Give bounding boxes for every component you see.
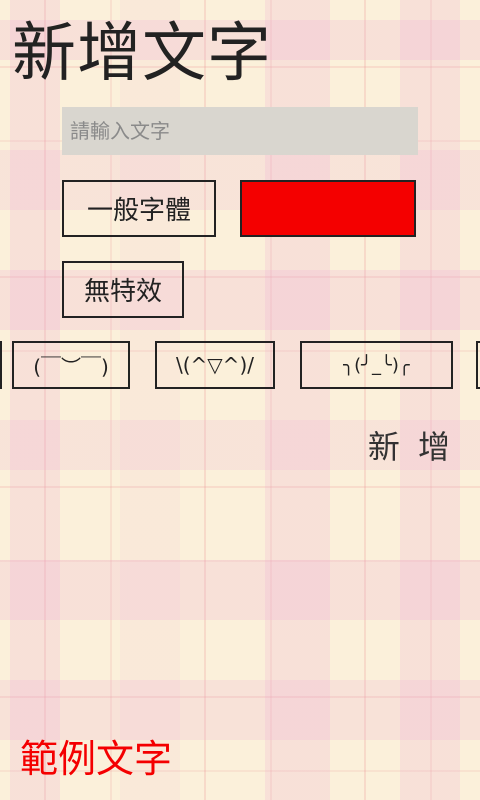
font-select-button[interactable]: 一般字體 bbox=[62, 180, 216, 237]
sample-text-preview: 範例文字 bbox=[20, 737, 173, 781]
effect-select-button[interactable]: 無特效 bbox=[62, 261, 184, 318]
add-button[interactable]: 新 增 bbox=[368, 425, 454, 469]
kaomoji-list[interactable]: (￣︶￣) \(^▽^)/ ╮(╯_╰)╭ bbox=[0, 341, 480, 389]
kaomoji-item-partial[interactable] bbox=[476, 341, 480, 389]
kaomoji-item[interactable]: ╮(╯_╰)╭ bbox=[300, 341, 453, 389]
text-input[interactable] bbox=[62, 107, 418, 155]
kaomoji-item[interactable]: \(^▽^)/ bbox=[155, 341, 275, 389]
kaomoji-item-partial[interactable] bbox=[0, 341, 2, 389]
kaomoji-item[interactable]: (￣︶￣) bbox=[12, 341, 130, 389]
color-picker-button[interactable] bbox=[240, 180, 416, 237]
page-title: 新增文字 bbox=[12, 17, 272, 91]
